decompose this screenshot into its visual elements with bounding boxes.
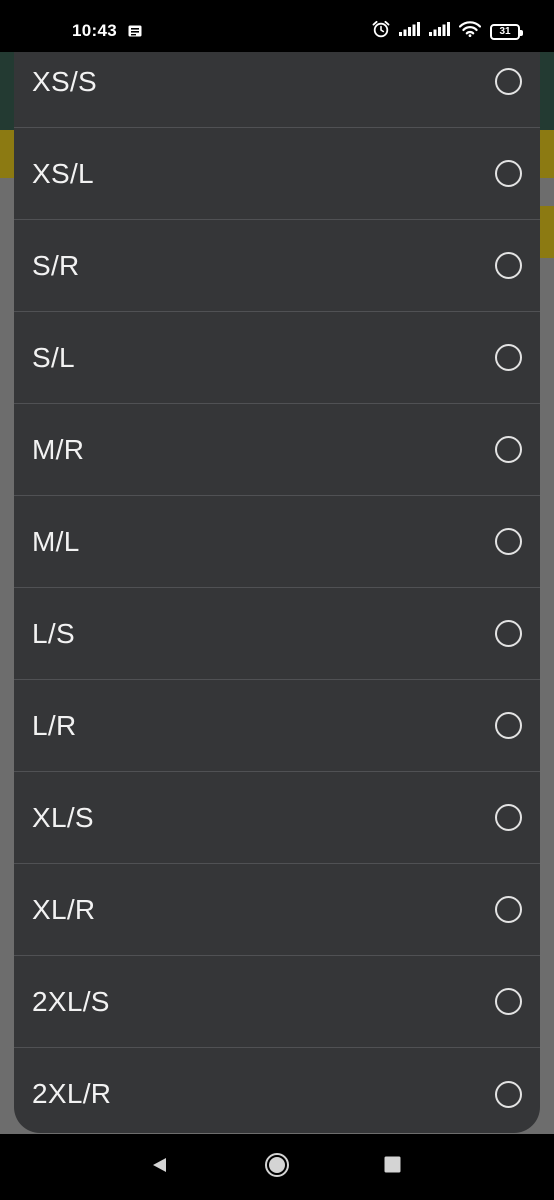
signal-icon (399, 22, 420, 41)
radio-button[interactable] (495, 436, 522, 463)
size-option[interactable]: 2XL/S (14, 956, 540, 1048)
size-option[interactable]: XS/S (14, 52, 540, 128)
recents-icon (384, 1156, 401, 1178)
wifi-icon (458, 21, 482, 42)
battery-icon: 31 (490, 23, 523, 40)
size-option-label: XS/S (32, 65, 98, 97)
radio-button[interactable] (495, 160, 522, 187)
radio-button[interactable] (495, 344, 522, 371)
size-option-label: L/R (32, 709, 77, 741)
size-option-label: M/R (32, 433, 85, 465)
size-option-label: XS/L (32, 157, 94, 189)
size-option[interactable]: XL/S (14, 772, 540, 864)
size-option[interactable]: XS/L (14, 128, 540, 220)
size-option-list: XS/S XS/L S/R S/L M/R M/L L/S L/R XL/S XL/R 2XL/S 2… (14, 52, 540, 1133)
radio-button[interactable] (495, 252, 522, 279)
radio-button[interactable] (495, 68, 522, 95)
size-option[interactable]: L/R (14, 680, 540, 772)
size-option-label: S/R (32, 249, 80, 281)
status-time: 10:43 (72, 21, 117, 40)
size-option-label: 2XL/R (32, 1078, 112, 1109)
radio-button[interactable] (495, 1080, 522, 1108)
size-option[interactable]: 2XL/R (14, 1048, 540, 1133)
home-icon (264, 1152, 290, 1183)
radio-button[interactable] (495, 988, 522, 1015)
radio-button[interactable] (495, 620, 522, 647)
size-option-label: XL/R (32, 893, 96, 925)
status-bar: 10:43 31 (0, 0, 554, 52)
alarm-icon (372, 20, 390, 43)
size-options-sheet: XS/S XS/L S/R S/L M/R M/L L/S L/R XL/S XL/R 2XL/S 2… (14, 52, 540, 1133)
size-option-label: S/L (32, 341, 75, 373)
size-option[interactable]: M/R (14, 404, 540, 496)
size-option[interactable]: M/L (14, 496, 540, 588)
size-option-label: L/S (32, 617, 75, 649)
notification-icon (128, 24, 142, 42)
size-option[interactable]: S/R (14, 220, 540, 312)
size-option-label: 2XL/S (32, 985, 110, 1017)
size-option[interactable]: L/S (14, 588, 540, 680)
signal-icon (429, 22, 450, 41)
size-option[interactable]: S/L (14, 312, 540, 404)
back-button[interactable] (130, 1134, 190, 1200)
radio-button[interactable] (495, 804, 522, 831)
size-option-label: XL/S (32, 801, 94, 833)
home-button[interactable] (247, 1134, 307, 1200)
navigation-bar (0, 1134, 554, 1200)
radio-button[interactable] (495, 896, 522, 923)
size-option-label: M/L (32, 525, 80, 557)
radio-button[interactable] (495, 528, 522, 555)
recents-button[interactable] (362, 1134, 422, 1200)
battery-level: 31 (499, 26, 511, 37)
back-icon (151, 1156, 169, 1179)
status-icons: 31 (372, 20, 523, 43)
size-option[interactable]: XL/R (14, 864, 540, 956)
radio-button[interactable] (495, 712, 522, 739)
